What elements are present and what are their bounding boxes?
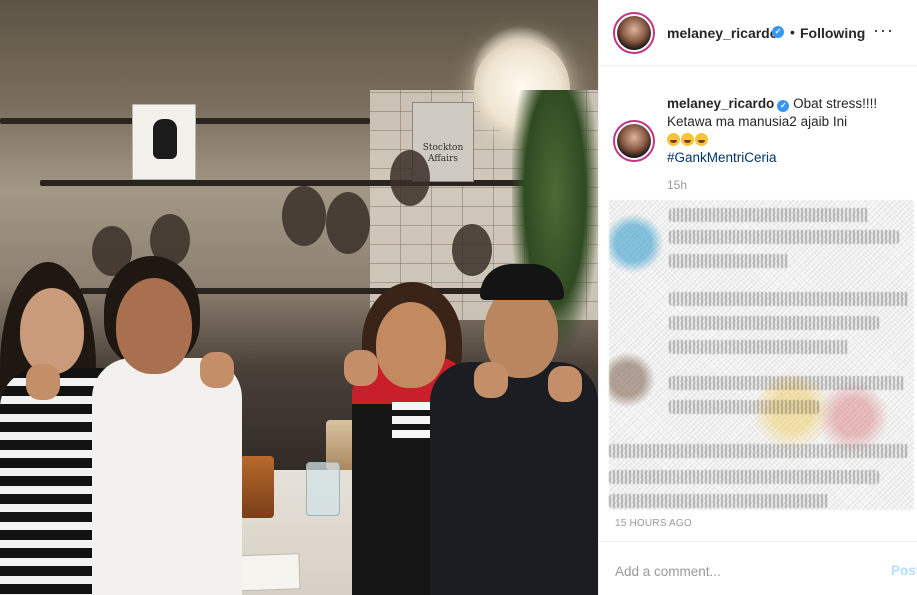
finger-heart-hand <box>344 350 378 386</box>
face <box>116 278 192 374</box>
finger-heart-hand <box>548 366 582 402</box>
post-sidebar: melaney_ricardo ✓ • Following ··· melane… <box>598 0 917 595</box>
comment-bar: Post <box>599 541 917 595</box>
iced-tea-glass <box>240 456 274 518</box>
caption-text-line2: Ketawa ma manusia2 ajaib Ini <box>667 114 848 129</box>
background-person <box>282 186 326 246</box>
blurred-comment <box>669 254 789 268</box>
background-person <box>390 150 430 206</box>
post-photo[interactable]: Stockton Affairs <box>0 0 598 595</box>
laughing-emoji-icon <box>667 132 709 147</box>
water-glass <box>306 462 340 516</box>
face <box>376 302 446 388</box>
post-timestamp[interactable]: 15 HOURS AGO <box>615 518 692 529</box>
finger-heart-hand <box>26 364 60 400</box>
white-shirt <box>92 358 242 595</box>
hashtag-link[interactable]: #GankMentriCeria <box>667 150 777 165</box>
caption-text-line1: Obat stress!!!! <box>793 96 878 111</box>
post-header: melaney_ricardo ✓ • Following ··· <box>599 0 917 66</box>
blurred-comment <box>669 292 909 306</box>
blurred-comment <box>669 208 869 222</box>
shelf <box>40 180 560 186</box>
blurred-comments <box>609 200 914 510</box>
background-person <box>326 192 370 254</box>
caption-time: 15h <box>667 178 688 192</box>
post-comment-button[interactable]: Post <box>891 563 917 578</box>
caption-avatar[interactable] <box>613 120 655 162</box>
blurred-comment <box>669 316 879 330</box>
blurred-comment <box>609 494 829 508</box>
hand-poster <box>132 104 196 180</box>
caption-author[interactable]: melaney_ricardo <box>667 96 774 111</box>
verified-badge-icon: ✓ <box>777 100 790 112</box>
blurred-comment <box>669 230 899 244</box>
baseball-cap <box>480 264 564 300</box>
header-username[interactable]: melaney_ricardo <box>667 25 778 41</box>
verified-badge-icon: ✓ <box>772 26 784 38</box>
avatar-image <box>617 16 651 50</box>
blurred-comment <box>669 376 905 390</box>
post-caption: melaney_ricardo ✓ Obat stress!!!! Ketawa … <box>667 95 907 167</box>
book-title: Stockton Affairs <box>422 143 464 164</box>
blurred-comment <box>669 400 819 414</box>
finger-heart-hand <box>200 352 234 388</box>
comment-input[interactable] <box>615 562 865 580</box>
blurred-comment <box>609 470 879 484</box>
blurred-comment <box>609 444 909 458</box>
blurred-comment <box>669 340 849 354</box>
background-person <box>452 224 492 276</box>
face <box>20 288 84 374</box>
profile-avatar[interactable] <box>613 12 655 54</box>
finger-heart-hand <box>474 362 508 398</box>
separator-dot: • <box>790 24 795 40</box>
more-options-icon[interactable]: ··· <box>873 20 894 41</box>
avatar-image <box>617 124 651 158</box>
following-button[interactable]: Following <box>800 25 865 41</box>
